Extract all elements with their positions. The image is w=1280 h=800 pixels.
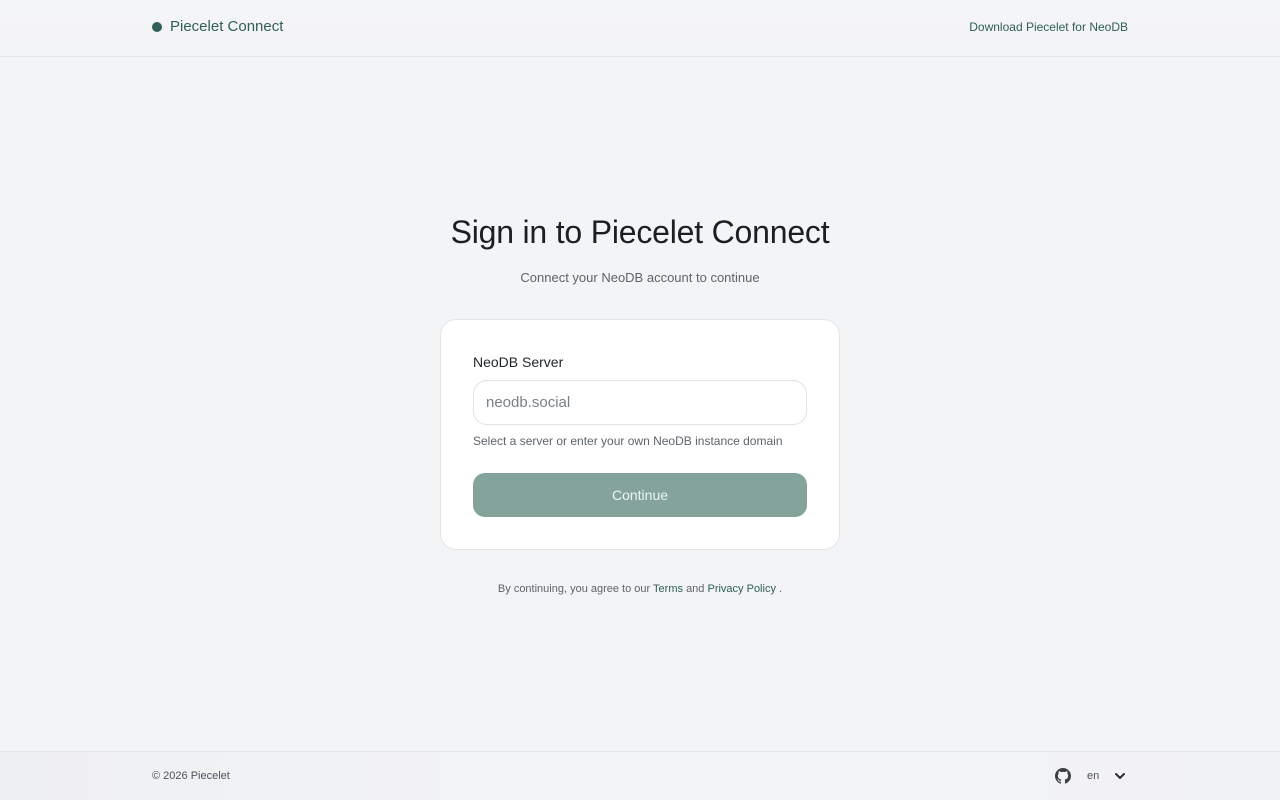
legal-conjunction: and: [686, 583, 705, 595]
legal-suffix: .: [779, 583, 783, 595]
terms-link[interactable]: Terms: [653, 583, 683, 595]
brand-dot-icon: [152, 21, 162, 32]
page-subtitle: Connect your NeoDB account to continue: [520, 270, 760, 285]
server-helper-text: Select a server or enter your own NeoDB …: [473, 434, 783, 448]
server-input[interactable]: [473, 380, 807, 425]
sign-in-card: NeoDB Server Select a server or enter yo…: [440, 319, 840, 550]
brand-name: Piecelet Connect: [170, 18, 284, 35]
download-link[interactable]: Download Piecelet for NeoDB: [969, 20, 1128, 34]
top-bar: Piecelet Connect Download Piecelet for N…: [0, 0, 1280, 57]
language-select[interactable]: en: [1080, 765, 1130, 787]
legal-notice: By continuing, you agree to our Terms an…: [0, 583, 1280, 595]
chevron-down-icon: [1115, 773, 1125, 779]
language-value: en: [1087, 770, 1100, 782]
page: Piecelet Connect Download Piecelet for N…: [0, 0, 1280, 800]
page-title: Sign in to Piecelet Connect: [450, 214, 830, 250]
github-icon[interactable]: [1055, 768, 1071, 784]
server-field-label: NeoDB Server: [473, 354, 564, 370]
legal-prefix: By continuing, you agree to our: [497, 583, 651, 595]
copyright-text: © 2026 Piecelet: [152, 770, 230, 782]
continue-button[interactable]: Continue: [473, 473, 807, 517]
footer: © 2026 Piecelet en: [0, 751, 1280, 800]
privacy-policy-link[interactable]: Privacy Policy: [707, 583, 775, 595]
brand-link[interactable]: Piecelet Connect: [152, 18, 283, 35]
